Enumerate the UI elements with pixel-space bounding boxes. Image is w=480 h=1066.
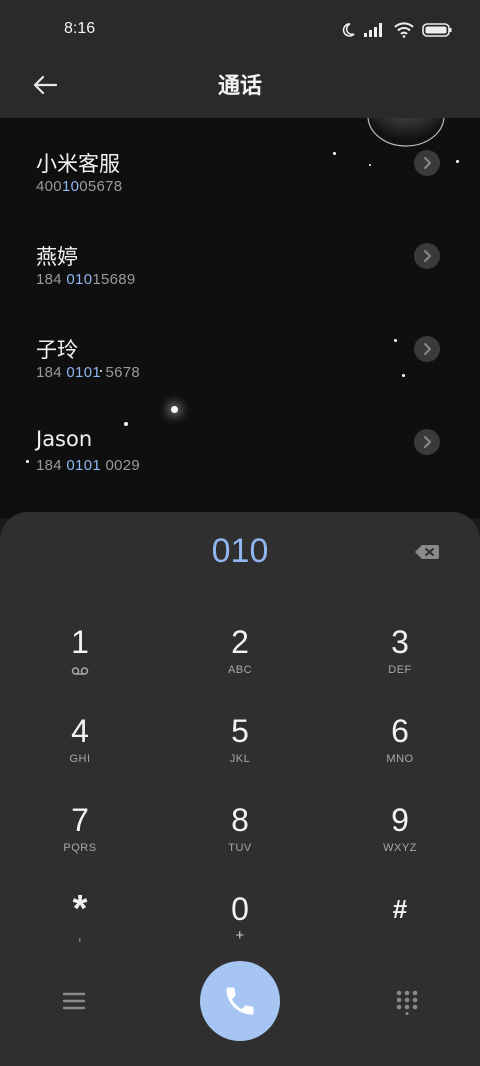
key-digit: 7 (71, 802, 89, 838)
key-digit: * (72, 888, 88, 930)
menu-icon[interactable] (61, 989, 87, 1013)
key-digit: 6 (391, 713, 409, 749)
contact-number: 184 01015689 (36, 271, 136, 288)
key-6[interactable]: 6 MNO (340, 713, 460, 793)
dialed-number[interactable]: 010 (0, 532, 480, 571)
key-8[interactable]: 8 TUV (180, 802, 300, 882)
key-digit: 2 (231, 624, 249, 660)
chevron-right-icon[interactable] (414, 429, 440, 455)
key-5[interactable]: 5 JKL (180, 713, 300, 793)
key-letters: WXYZ (383, 842, 417, 854)
key-digit: 5 (231, 713, 249, 749)
key-letters: , (77, 927, 83, 943)
page-title: 通话 (217, 74, 262, 99)
key-0[interactable]: 0 + (180, 891, 300, 971)
moon-icon (342, 23, 355, 37)
dialpad-grid-icon[interactable] (395, 989, 419, 1015)
key-digit: # (392, 894, 408, 924)
key-letters: GHI (69, 753, 91, 765)
key-letters: + (235, 927, 245, 944)
status-time: 8:16 (64, 20, 96, 37)
call-button[interactable] (200, 961, 280, 1041)
status-bar: 8:16 (0, 0, 480, 60)
contact-name: 子玲 (36, 338, 78, 362)
key-digit: 0 (231, 891, 249, 927)
status-icons (340, 22, 452, 38)
key-letters: PQRS (63, 842, 97, 854)
contact-name: 小米客服 (36, 152, 120, 176)
key-7[interactable]: 7 PQRS (20, 802, 140, 882)
key-letters: TUV (228, 842, 252, 854)
key-letters: ABC (227, 664, 253, 676)
contact-number: 4001005678 (36, 178, 123, 195)
key-9[interactable]: 9 WXYZ (340, 802, 460, 882)
voicemail-icon (71, 667, 89, 675)
contact-number: 184 0101 5678 (36, 364, 141, 381)
key-letters: MNO (386, 753, 414, 765)
dialpad-panel: 010 1 2 ABC 3 DEF 4 GHI 5 JKL 6 MNO 7 PQ… (0, 512, 480, 1066)
list-item[interactable]: 小米客服 4001005678 (0, 118, 480, 211)
key-digit: 8 (231, 802, 249, 838)
key-3[interactable]: 3 DEF (340, 624, 460, 704)
contact-name: Jason (36, 427, 93, 451)
key-letters: DEF (388, 664, 412, 676)
key-letters: JKL (229, 753, 251, 765)
phone-icon (226, 987, 254, 1015)
key-hash[interactable]: # (340, 891, 460, 971)
key-1[interactable]: 1 (20, 624, 140, 704)
battery-icon (422, 23, 452, 37)
key-star[interactable]: * , (20, 888, 140, 971)
key-digit: 4 (71, 713, 89, 749)
list-item[interactable]: 子玲 184 0101 5678 (0, 304, 480, 397)
key-4[interactable]: 4 GHI (20, 713, 140, 793)
chevron-right-icon[interactable] (414, 150, 440, 176)
contact-number: 184 0101 0029 (36, 457, 141, 474)
chevron-right-icon[interactable] (414, 336, 440, 362)
contact-name: 燕婷 (36, 245, 78, 269)
list-item[interactable]: 燕婷 184 01015689 (0, 211, 480, 304)
wifi-icon (394, 22, 414, 38)
key-digit: 1 (71, 624, 89, 660)
list-item[interactable]: Jason 184 0101 0029 (0, 397, 480, 490)
app-bar: 通话 (0, 60, 480, 118)
key-digit: 9 (391, 802, 409, 838)
chevron-right-icon[interactable] (414, 243, 440, 269)
backspace-icon[interactable] (414, 542, 440, 562)
signal-icon (364, 23, 382, 37)
key-2[interactable]: 2 ABC (180, 624, 300, 704)
contact-suggestion-list: 小米客服 4001005678 燕婷 184 01015689 子玲 184 0… (0, 118, 480, 518)
key-digit: 3 (391, 624, 409, 660)
